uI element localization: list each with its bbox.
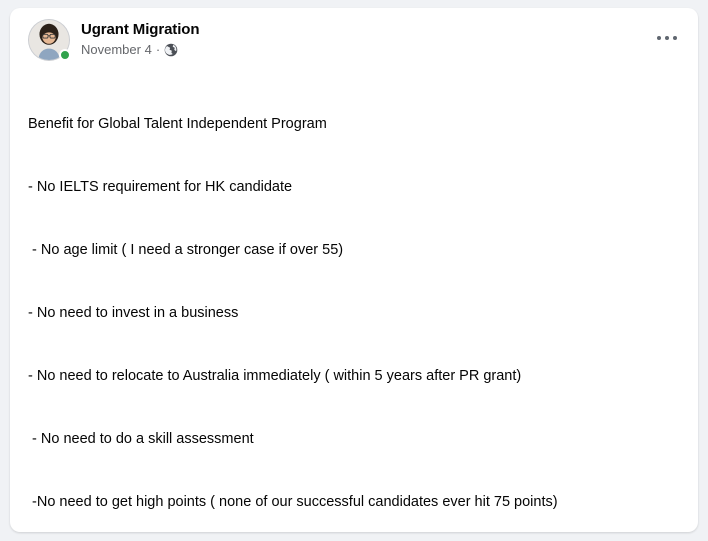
post-line: - No need to relocate to Australia immed… [28,368,522,384]
meta-separator: · [155,42,161,57]
more-dot [665,36,669,40]
post-body: Benefit for Global Talent Independent Pr… [10,61,698,532]
more-options-button[interactable] [652,30,682,46]
post-line: - No IELTS requirement for HK candidate [28,179,293,195]
post-line: Benefit for Global Talent Independent Pr… [28,116,327,132]
author-avatar[interactable] [28,19,71,61]
post-line: - No age limit ( I need a stronger case … [28,242,344,258]
post-line: -No need to get high points ( none of ou… [28,494,558,510]
post-meta: November 4 · [81,41,199,58]
globe-icon[interactable] [164,43,178,57]
more-dot [657,36,661,40]
post-card: Ugrant Migration November 4 · Benefit fo [10,8,698,532]
post-date[interactable]: November 4 [81,41,152,58]
post-header: Ugrant Migration November 4 · [10,8,698,61]
online-status-dot [59,49,71,61]
post-line: - No need to invest in a business [28,305,239,321]
more-dot [673,36,677,40]
post-line: - No need to do a skill assessment [28,431,254,447]
post-author-name[interactable]: Ugrant Migration [81,20,200,39]
post-header-text: Ugrant Migration November 4 · [81,19,200,58]
